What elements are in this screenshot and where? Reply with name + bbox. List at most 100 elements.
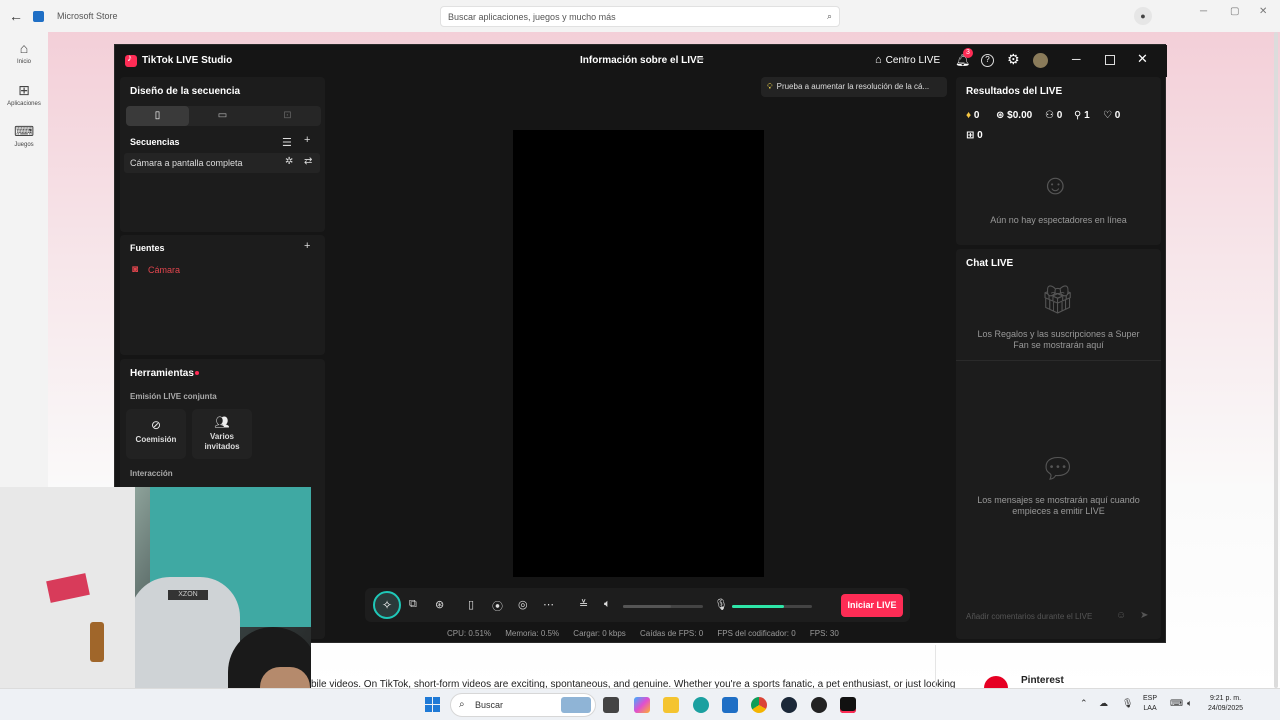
back-arrow-icon[interactable]: ← [8,8,24,24]
speaker-icon[interactable]: 🔈︎ [604,598,611,611]
more-icon[interactable]: ⋯ [543,598,554,611]
heart-icon: ♡ [1103,110,1112,121]
obs-icon[interactable] [811,697,827,713]
resolution-hint[interactable]: 💡︎ Prueba a aumentar la resolución de la … [761,77,947,97]
webcam-overlay: XZON [0,487,311,720]
phone-icon[interactable]: ▯ [468,598,474,611]
start-tile [433,697,440,704]
minimize-icon[interactable]: ─ [1072,52,1081,66]
swap-icon[interactable]: ⇄ [304,156,312,167]
people-icon: 👥︎ [214,415,230,429]
windows-start-icon[interactable] [425,697,441,713]
multi-guest-label-line1: Varios [209,432,234,441]
volume-slider[interactable] [623,605,703,608]
hint-text: Prueba a aumentar la resolución de la cá… [776,82,930,91]
network-icon[interactable]: ⌨ [1170,698,1183,709]
add-source-icon[interactable]: + [304,240,310,252]
locked-layout-icon[interactable]: ⊡ [256,106,319,126]
start-live-button[interactable]: Iniciar LIVE [841,594,903,617]
microphone-icon[interactable]: 🎙︎ [714,598,728,611]
followers-count: 1 [1084,110,1090,121]
maximize-icon[interactable]: ▢ [1230,6,1239,17]
clock[interactable]: 9:21 p. m. 24/09/2025 [1208,694,1243,714]
adjust-icon[interactable]: ≚ [579,598,588,611]
pinterest-label[interactable]: Pinterest [1021,675,1064,686]
tiktok-titlebar: TikTok LIVE Studio Información sobre el … [115,45,1167,77]
live-info-link[interactable]: Información sobre el LIVE [580,55,703,66]
copilot-icon[interactable] [634,697,650,713]
followers-stat: ⚲ 1 [1074,110,1090,121]
microsoft-store-icon[interactable] [722,697,738,713]
send-icon[interactable]: ➤ [1140,610,1148,621]
status-bar: CPU: 0.51% Memoria: 0.5% Cargar: 0 kbps … [447,629,851,638]
search-icon[interactable]: ⌕ [827,11,832,22]
nav-item-juegos[interactable]: ⌨ Juegos [0,123,48,148]
list-icon[interactable]: ☰ [282,136,292,149]
avatar[interactable] [1033,53,1048,68]
maximize-icon[interactable] [1105,55,1115,65]
load-status: Cargar: 0 kbps [573,629,626,638]
magic-wand-icon[interactable]: ✧ [373,591,401,619]
landscape-icon[interactable]: ▭ [191,106,254,126]
notification-badge: 3 [963,48,973,58]
effects-icon[interactable]: ⊛ [435,598,444,611]
divider [956,360,1161,361]
money-value: $0.00 [1007,110,1033,121]
edge-icon[interactable] [693,697,709,713]
messages-info-text: Los mensajes se mostrarán aquí cuando emp… [956,495,1161,517]
close-icon[interactable]: ✕ [1137,51,1148,67]
close-icon[interactable]: ✕ [1259,6,1267,17]
help-icon[interactable]: ? [981,54,994,67]
nav-item-inicio[interactable]: ⌂ Inicio [0,40,48,65]
lightbulb-icon: 💡︎ [767,82,773,91]
file-explorer-icon[interactable] [663,697,679,713]
task-view-icon[interactable] [603,697,619,713]
live-chat-panel: Chat LIVE 🎁︎ Los Regalos y las suscripci… [956,249,1161,639]
source-camera[interactable]: Cámara [148,265,180,275]
sequence-design-panel: Diseño de la secuencia ▯ ▭ ⊡ Secuencias … [120,77,325,232]
start-tile [433,705,440,712]
microphone-icon[interactable]: 🎙︎ [1122,698,1133,709]
diamonds-stat: ♦ 0 [966,110,979,121]
cpu-status: CPU: 0.51% [447,629,492,638]
record-icon[interactable]: ⦿ [492,598,503,614]
likes-stat: ♡ 0 [1103,110,1120,121]
cloud-icon[interactable]: ☁ [1099,698,1108,709]
divider [935,645,936,688]
gear-icon[interactable]: ⚙ [1007,51,1020,68]
centro-live-button[interactable]: ⌂ Centro LIVE [875,54,940,66]
store-search-input[interactable]: Buscar aplicaciones, juegos y mucho más … [440,6,840,27]
mic-slider-fill [732,605,784,608]
app-name: TikTok LIVE Studio [142,55,233,66]
effects-icon[interactable]: ✲ [285,156,293,167]
user-avatar-icon[interactable]: ● [1134,7,1152,25]
coemision-button[interactable]: ⊘ Coemisión [126,409,186,459]
sequence-item[interactable]: Cámara a pantalla completa ✲ ⇄ [124,153,320,173]
nav-item-aplicaciones[interactable]: ⊞ Aplicaciones [0,82,48,107]
language-indicator[interactable]: ESP LAA [1143,694,1157,714]
scene-switch-icon[interactable]: ⧉ [409,598,417,611]
gifts-info-line2: Fan se mostrarán aquí [1013,340,1104,350]
chat-comment-input[interactable]: Añadir comentarios durante el LIVE [966,612,1092,621]
screenshot-icon[interactable]: ◎ [518,598,528,611]
scrollbar[interactable] [1274,32,1278,688]
viewers-icon: ⚇ [1045,110,1054,121]
steam-icon[interactable] [781,697,797,713]
chrome-icon[interactable] [751,697,767,713]
stream-preview[interactable] [513,130,764,577]
diamond-icon: ♦ [966,110,972,121]
volume-icon[interactable]: 🔈︎ [1187,698,1192,709]
chevron-up-icon[interactable]: ⌃ [1080,698,1088,709]
minimize-icon[interactable]: ─ [1200,6,1207,17]
tiktok-live-studio-icon[interactable] [840,697,856,713]
mic-slider[interactable] [732,605,812,608]
encoder-fps-status: FPS del codificador: 0 [717,629,796,638]
portrait-icon[interactable]: ▯ [126,106,189,126]
clock-time: 9:21 p. m. [1209,695,1242,702]
multi-guest-button[interactable]: 👥︎ Varios invitados [192,409,252,459]
start-tile [425,705,432,712]
share-icon[interactable]: ➦ [696,54,704,65]
taskbar-search[interactable]: ⌕ Buscar [450,693,596,717]
emoji-icon[interactable]: ☺ [1116,610,1126,621]
add-sequence-icon[interactable]: + [304,134,310,146]
